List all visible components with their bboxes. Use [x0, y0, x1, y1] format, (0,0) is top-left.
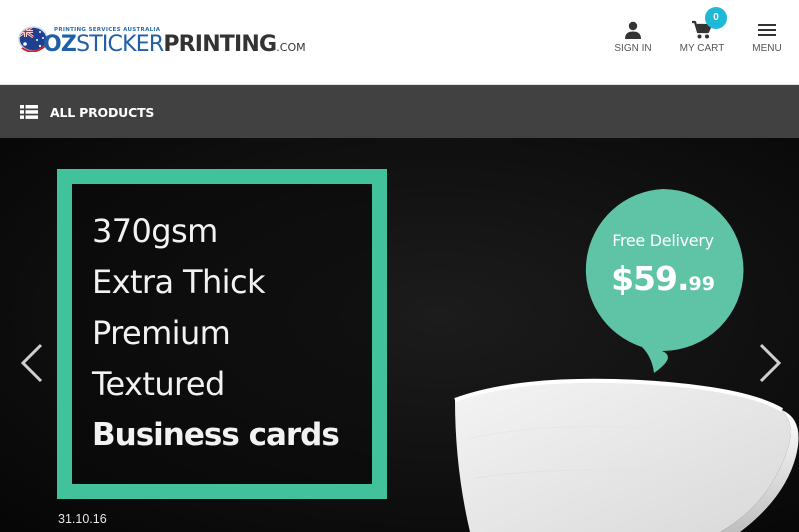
promo-line-product: Business cards [92, 417, 340, 453]
promo-line-quality: Premium [92, 314, 231, 352]
sign-in-button[interactable]: SIGN IN [612, 20, 654, 66]
promo-frame: 370gsm Extra Thick Premium Textured Busi… [57, 169, 387, 499]
site-header: PRINTING SERVICES AUSTRALIA OZSTICKERPRI… [0, 0, 799, 85]
price-cents: 99 [688, 273, 715, 295]
hero-slider: 370gsm Extra Thick Premium Textured Busi… [0, 138, 799, 532]
promo-text: 370gsm Extra Thick Premium Textured Busi… [92, 206, 340, 461]
cart-button[interactable]: 0 MY CART [678, 7, 727, 66]
sign-in-label: SIGN IN [614, 43, 652, 54]
logo-printing: PRINTING [163, 32, 277, 57]
chevron-left-icon[interactable] [17, 343, 47, 383]
promo-line-weight: 370gsm [92, 212, 218, 250]
menu-button[interactable]: MENU [749, 20, 785, 66]
all-products-label: ALL PRODUCTS [50, 104, 155, 120]
menu-label: MENU [752, 43, 782, 54]
promo-line-thickness: Extra Thick [92, 263, 265, 301]
logo-sticker: STICKER [76, 32, 164, 57]
logo-wordmark: OZSTICKERPRINTING.COM [43, 33, 306, 60]
hamburger-icon [758, 24, 776, 36]
list-icon [20, 105, 38, 119]
free-delivery-text: Free Delivery [612, 231, 714, 250]
slide-date: 31.10.16 [58, 512, 107, 526]
all-products-button[interactable]: ALL PRODUCTS [20, 101, 154, 123]
cart-count-badge: 0 [705, 7, 727, 29]
site-logo[interactable]: PRINTING SERVICES AUSTRALIA OZSTICKERPRI… [16, 20, 306, 65]
logo-oz: OZ [43, 32, 77, 57]
category-bar: ALL PRODUCTS [0, 85, 799, 138]
price-text: $59.99 [582, 259, 744, 298]
cart-label: MY CART [679, 43, 725, 54]
promo-line-finish: Textured [92, 365, 225, 403]
chevron-right-icon[interactable] [755, 343, 785, 383]
logo-com: .COM [276, 41, 306, 54]
price-main: $59. [611, 259, 689, 298]
user-icon [625, 21, 641, 39]
